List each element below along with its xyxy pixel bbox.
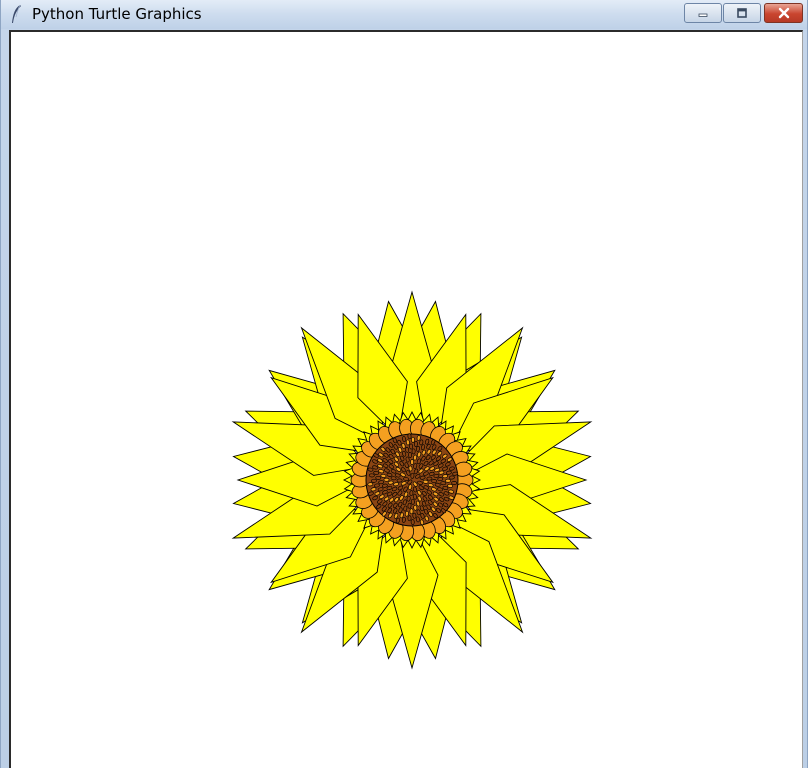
center-seed (405, 439, 410, 446)
center-seed (370, 478, 377, 483)
minimize-icon (698, 13, 708, 17)
center-seed (440, 481, 447, 486)
center-seed (368, 473, 375, 478)
center-seed (451, 481, 458, 485)
center-seed (375, 475, 382, 480)
center-seed (407, 433, 412, 440)
center-seed (412, 512, 417, 519)
center-seed (409, 508, 414, 515)
center-seed (413, 454, 418, 461)
center-seed (413, 504, 418, 511)
center-seed (447, 483, 454, 488)
close-button[interactable] (764, 3, 803, 23)
center-seed (383, 477, 390, 482)
center-seed (416, 435, 421, 441)
center-seed (411, 448, 416, 455)
sunflower-drawing (231, 290, 593, 670)
center-seed (410, 472, 415, 479)
maximize-button[interactable] (723, 3, 761, 23)
turtle-canvas[interactable] (9, 30, 803, 768)
center-seed (387, 480, 394, 485)
center-seed (396, 478, 403, 483)
center-seed (390, 476, 397, 481)
center-seed (437, 477, 444, 482)
minimize-button[interactable] (684, 3, 722, 23)
center-seed (410, 498, 415, 505)
center-seed (410, 459, 415, 465)
center-seed (407, 515, 412, 522)
maximize-icon (737, 8, 747, 18)
center-seed (409, 490, 414, 497)
center-seed (407, 502, 412, 509)
center-seed (426, 476, 433, 481)
feather-icon (12, 4, 21, 23)
center-seed (413, 441, 418, 447)
center-seed (410, 519, 415, 526)
window-title: Python Turtle Graphics (32, 5, 202, 23)
center-seed (378, 480, 385, 485)
turtle-window: Python Turtle Graphics (0, 0, 808, 768)
title-bar[interactable]: Python Turtle Graphics (1, 0, 807, 29)
center-seed (431, 479, 438, 484)
center-seed (408, 465, 413, 472)
center-seed (380, 473, 387, 478)
center-seed (408, 452, 413, 458)
center-seed (442, 474, 449, 479)
center-seed (445, 478, 451, 483)
center-seed (422, 479, 429, 484)
center-seed (409, 443, 414, 450)
close-icon (778, 7, 789, 19)
center-seed (367, 482, 374, 487)
center-seed (411, 436, 415, 443)
center-seed (404, 510, 409, 517)
center-seed (448, 475, 455, 480)
